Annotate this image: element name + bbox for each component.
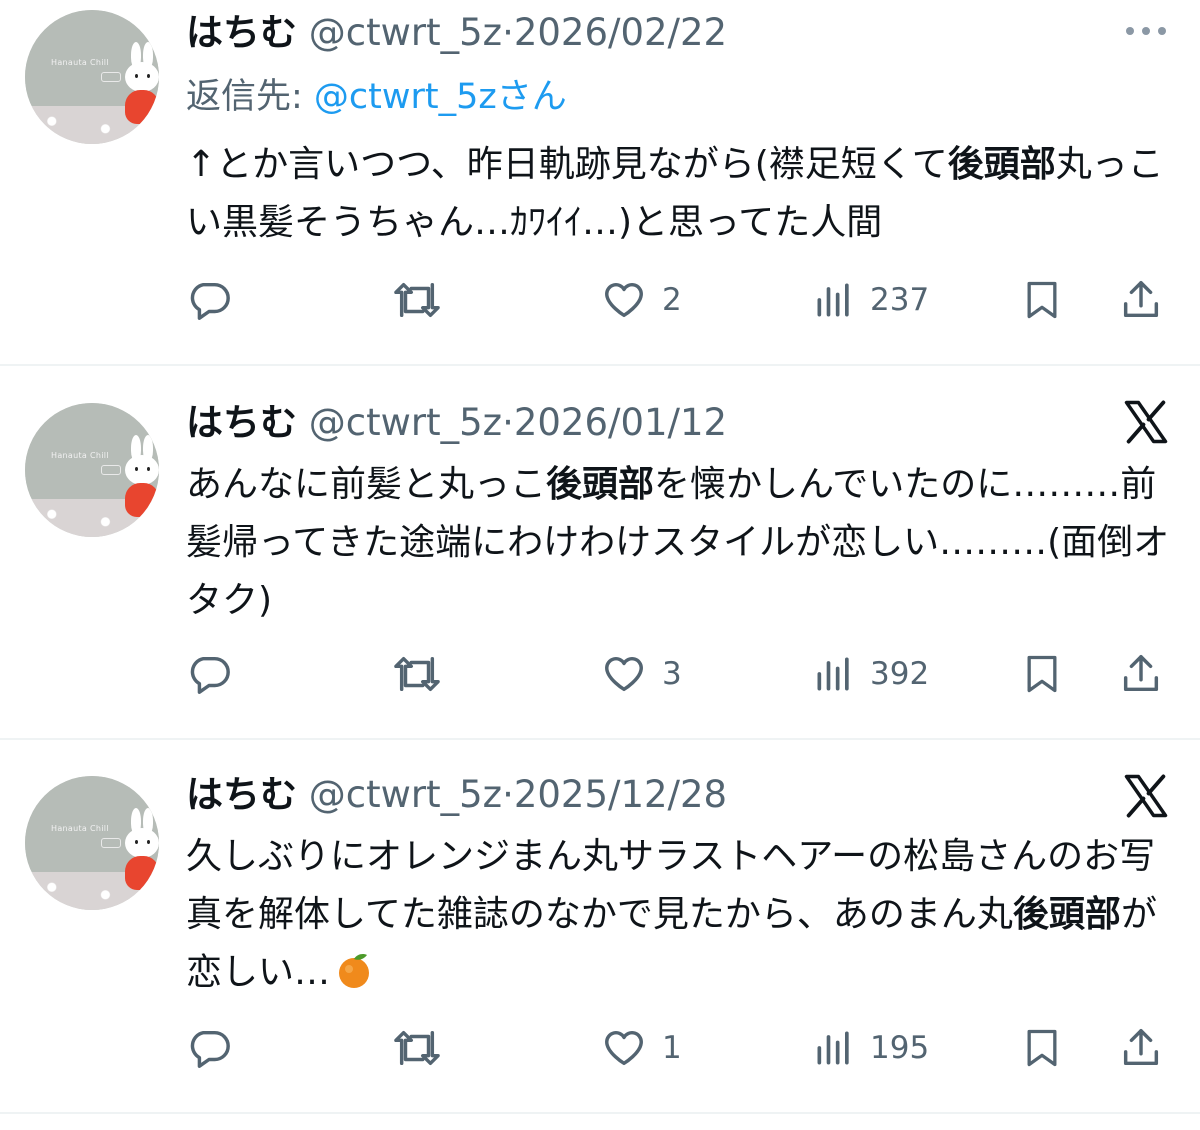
share-button[interactable] — [1118, 644, 1164, 704]
bookmark-icon — [1027, 281, 1057, 319]
bar-chart-icon — [817, 657, 849, 691]
tweet-date[interactable]: 2026/02/22 — [514, 11, 727, 54]
tweet-2[interactable]: Hanauta Chill はちむ @ctwrt_5z·2026/01/12 あ… — [0, 366, 1200, 736]
display-name[interactable]: はちむ — [186, 401, 297, 444]
tweet-text: ↑とか言いつつ、昨日軌跡見ながら(襟足短くて後頭部丸っこい黒髪そうちゃん…ｶﾜｲ… — [186, 144, 1164, 243]
tweet-text: 久しぶりにオレンジまん丸サラストヘアーの松島さんのお写真を解体してた雑誌のなかで… — [186, 836, 1157, 993]
retweet-icon — [394, 282, 440, 318]
tweet-header: はちむ @ctwrt_5z·2025/12/28 — [186, 770, 727, 820]
tweet-header: はちむ @ctwrt_5z·2026/02/22 — [186, 8, 727, 58]
user-handle[interactable]: @ctwrt_5z — [309, 401, 502, 444]
reply-button[interactable] — [186, 644, 232, 704]
avatar[interactable]: Hanauta Chill — [25, 10, 159, 144]
heart-icon — [605, 656, 643, 692]
reply-icon — [190, 1030, 230, 1068]
like-button[interactable]: 2 — [600, 270, 682, 330]
tweet-actions: 1 195 — [0, 1018, 1200, 1078]
bar-chart-icon — [817, 1031, 849, 1065]
tangerine-emoji-icon — [339, 954, 370, 988]
tweet-3[interactable]: Hanauta Chill はちむ @ctwrt_5z·2025/12/28 久… — [0, 740, 1200, 1110]
avatar-sign-text: Hanauta Chill — [51, 451, 109, 460]
tweet-text: あんなに前髪と丸っこ後頭部を懐かしんでいたのに………前髪帰ってきた途端にわけわけ… — [186, 464, 1170, 621]
reply-mention-link[interactable]: @ctwrt_5z — [314, 77, 497, 117]
bookmark-button[interactable] — [1020, 1018, 1064, 1078]
like-button[interactable]: 3 — [600, 644, 682, 704]
like-count: 2 — [662, 282, 682, 318]
bookmark-icon — [1027, 1029, 1057, 1067]
separator-dot: · — [502, 11, 514, 54]
reply-icon — [190, 282, 230, 320]
reply-to-label: 返信先: — [186, 77, 314, 117]
share-icon — [1123, 281, 1159, 318]
divider — [0, 1112, 1200, 1114]
separator-dot: · — [502, 773, 514, 816]
bar-chart-icon — [817, 283, 849, 317]
share-icon — [1123, 655, 1159, 692]
reply-icon — [190, 656, 230, 694]
view-count: 237 — [870, 282, 930, 318]
retweet-icon — [394, 1030, 440, 1066]
tweet-date[interactable]: 2026/01/12 — [514, 401, 727, 444]
heart-icon — [605, 1030, 643, 1066]
user-handle[interactable]: @ctwrt_5z — [309, 773, 502, 816]
reply-button[interactable] — [186, 1018, 232, 1078]
tweet-header: はちむ @ctwrt_5z·2026/01/12 — [186, 398, 727, 448]
avatar-sign-text: Hanauta Chill — [51, 58, 109, 67]
share-button[interactable] — [1118, 270, 1164, 330]
display-name[interactable]: はちむ — [186, 773, 297, 816]
share-button[interactable] — [1118, 1018, 1164, 1078]
tweet-1[interactable]: Hanauta Chill はちむ @ctwrt_5z·2026/02/22 返… — [0, 0, 1200, 362]
x-logo-icon[interactable] — [1120, 396, 1172, 448]
views-button[interactable]: 392 — [812, 644, 929, 704]
like-count: 1 — [662, 1030, 682, 1066]
user-handle[interactable]: @ctwrt_5z — [309, 11, 502, 54]
retweet-icon — [394, 656, 440, 692]
view-count: 195 — [870, 1030, 930, 1066]
like-button[interactable]: 1 — [600, 1018, 682, 1078]
like-count: 3 — [662, 656, 682, 692]
avatar-sign-text: Hanauta Chill — [51, 824, 109, 833]
retweet-button[interactable] — [392, 270, 442, 330]
tweet-date[interactable]: 2025/12/28 — [514, 773, 727, 816]
heart-icon — [605, 282, 643, 318]
reply-button[interactable] — [186, 270, 232, 330]
retweet-button[interactable] — [392, 1018, 442, 1078]
bookmark-button[interactable] — [1020, 644, 1064, 704]
tweet-actions: 3 392 — [0, 644, 1200, 704]
avatar[interactable]: Hanauta Chill — [25, 403, 159, 537]
avatar[interactable]: Hanauta Chill — [25, 776, 159, 910]
view-count: 392 — [870, 656, 930, 692]
x-logo-icon[interactable] — [1120, 770, 1172, 822]
bookmark-button[interactable] — [1020, 270, 1064, 330]
tweet-actions: 2 237 — [0, 270, 1200, 330]
separator-dot: · — [502, 401, 514, 444]
share-icon — [1123, 1029, 1159, 1066]
display-name[interactable]: はちむ — [186, 11, 297, 54]
retweet-button[interactable] — [392, 644, 442, 704]
views-button[interactable]: 195 — [812, 1018, 929, 1078]
bookmark-icon — [1027, 655, 1057, 693]
reply-to-line: 返信先: @ctwrt_5zさん — [186, 68, 567, 119]
views-button[interactable]: 237 — [812, 270, 929, 330]
reply-mention-suffix: さん — [496, 77, 567, 117]
more-options-icon[interactable] — [1124, 24, 1168, 38]
